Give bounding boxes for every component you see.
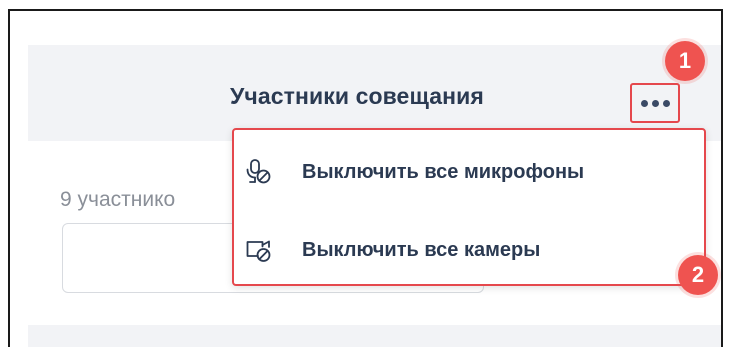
menu-item-label: Выключить все микрофоны [302,160,585,183]
menu-item-turn-off-all-cameras[interactable]: Выключить все камеры [234,220,704,280]
more-dot [651,99,659,107]
more-options-button[interactable] [630,83,680,123]
panel-title: Участники совещания [230,83,484,109]
menu-item-mute-all-microphones[interactable]: Выключить все микрофоны [234,142,704,202]
camera-off-icon [246,240,271,262]
participants-list-row [28,325,721,347]
menu-item-label: Выключить все камеры [302,238,541,261]
more-options-menu: Выключить все микрофоны Выключить все ка… [232,128,706,286]
more-dot [662,99,670,107]
screenshot-frame: Участники совещания 9 участнико Выключит… [8,9,723,347]
microphone-off-icon [246,159,271,184]
participants-count: 9 участнико [60,188,176,211]
annotation-badge-1: 1 [665,41,705,81]
annotation-badge-2: 2 [678,255,718,295]
more-dot [640,99,648,107]
